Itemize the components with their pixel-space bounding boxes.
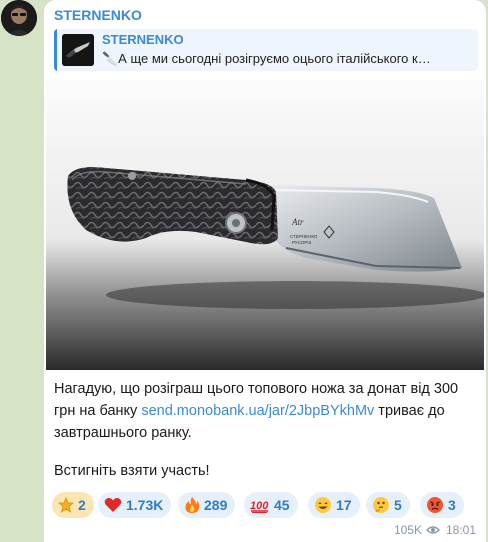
reaction-thinking-count: 5 [394, 497, 402, 513]
reaction-grin-count: 17 [336, 497, 352, 513]
message-text: Нагадую, що розіграш цього топового ножа… [54, 378, 476, 444]
reply-title: STERNENKO [102, 32, 184, 47]
angry-icon [427, 497, 443, 513]
eye-icon [426, 526, 440, 534]
reaction-angry-count: 3 [448, 497, 456, 513]
fire-icon [185, 497, 200, 513]
reply-text: 🔪А ще ми сьогодні розігруємо оцього італ… [102, 51, 431, 66]
call-to-action: Встигніть взяти участь! [54, 463, 210, 479]
reply-preview[interactable]: STERNENKO 🔪А ще ми сьогодні розігруємо о… [54, 29, 478, 71]
knife-photo[interactable]: Atr СТЕРНЕНКО РУСОРІЗ [46, 80, 484, 370]
reaction-fire[interactable]: 289 [178, 492, 236, 518]
star-icon [58, 497, 74, 513]
svg-text:Atr: Atr [291, 217, 304, 227]
reply-accent-bar [54, 29, 57, 71]
reply-thumbnail [62, 34, 94, 66]
channel-name[interactable]: STERNENKO [54, 7, 142, 23]
reaction-thinking[interactable]: 5 [366, 492, 410, 518]
reaction-star[interactable]: 2 [52, 492, 94, 518]
reaction-grin[interactable]: 17 [308, 492, 360, 518]
reaction-heart-count: 1.73K [126, 497, 164, 513]
svg-text:РУСОРІЗ: РУСОРІЗ [292, 240, 312, 245]
message-time: 18:01 [445, 523, 476, 537]
reaction-heart[interactable]: 1.73K [98, 492, 172, 518]
message-meta: 105K 18:01 [394, 523, 476, 537]
views-count: 105K [393, 523, 422, 537]
heart-icon [104, 498, 122, 512]
grin-icon [315, 497, 331, 513]
reaction-angry[interactable]: 3 [420, 492, 464, 518]
message-bubble: STERNENKO STERNENKO 🔪А ще ми сьогодні ро… [44, 0, 486, 542]
svg-text:СТЕРНЕНКО: СТЕРНЕНКО [290, 234, 318, 239]
reaction-hundred-count: 45 [274, 497, 290, 513]
reaction-fire-count: 289 [204, 497, 228, 513]
reaction-hundred[interactable]: 100 45 [244, 492, 298, 518]
reaction-star-count: 2 [78, 497, 86, 513]
donation-link[interactable]: send.monobank.ua/jar/2JbpBYkhMv [141, 403, 374, 419]
thinking-icon [373, 497, 389, 513]
svg-text:100: 100 [250, 500, 269, 512]
channel-avatar[interactable] [1, 0, 37, 36]
hundred-icon: 100 [250, 500, 269, 513]
